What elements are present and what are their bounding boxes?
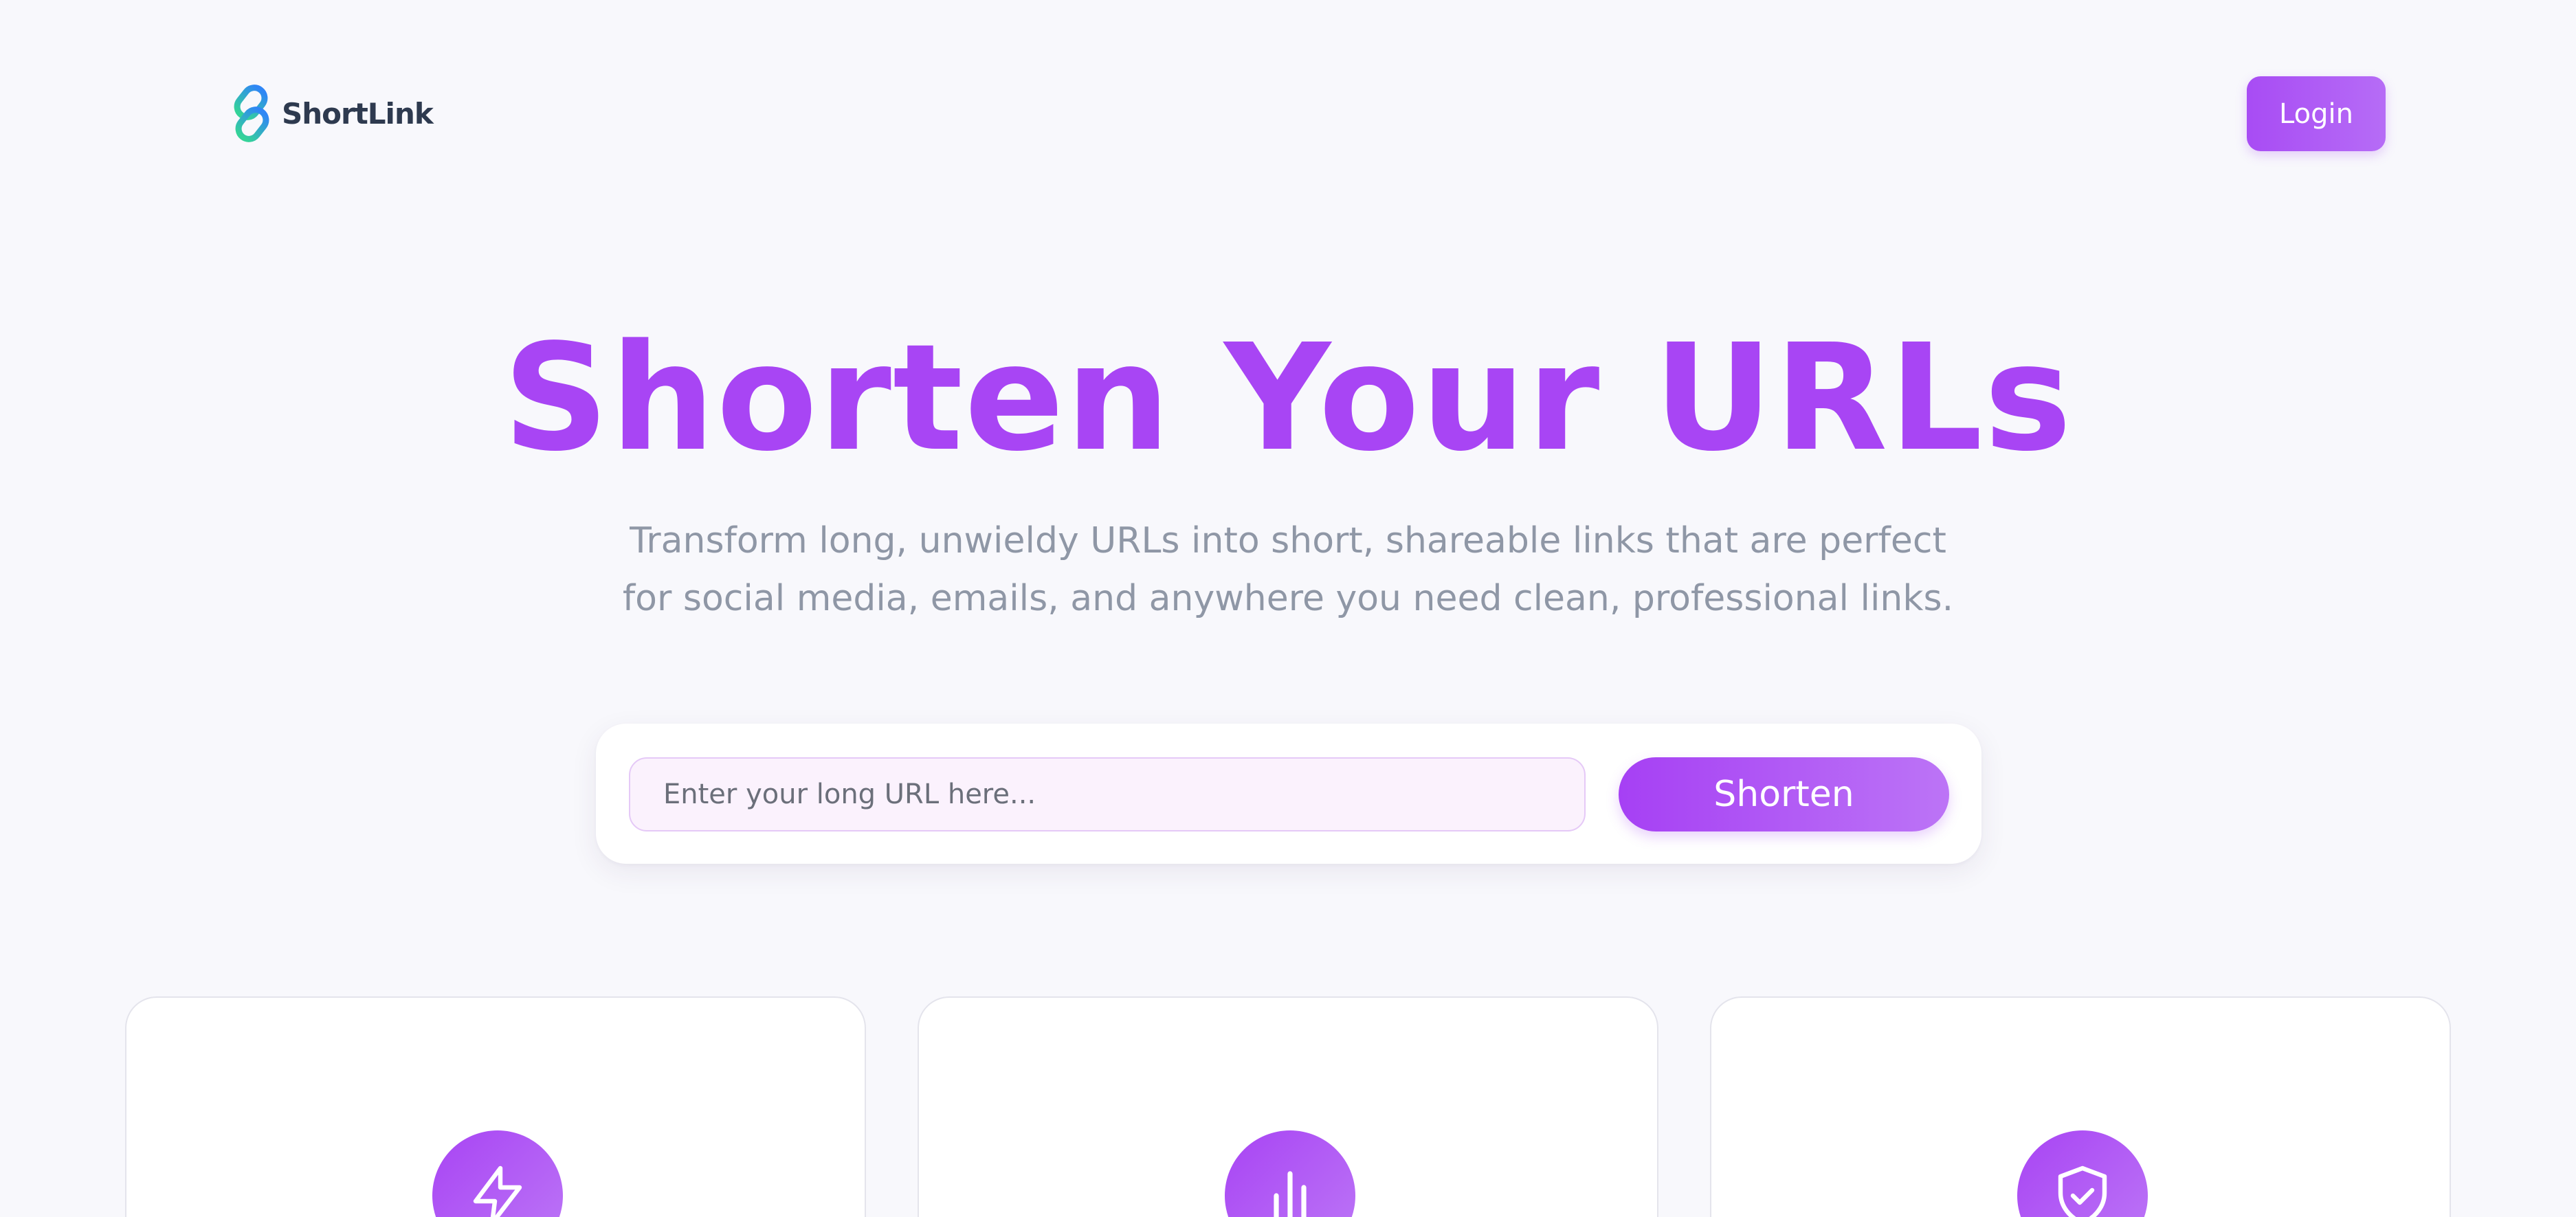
feature-card-analytics [918,996,1658,1217]
bar-chart-icon [1274,1171,1307,1217]
shield-check-icon [2058,1165,2107,1217]
link-chain-icon [234,85,269,142]
hero-title: Shorten Your URLs [502,313,2074,484]
shorten-form-card: Shorten [596,724,1981,864]
login-button[interactable]: Login [2247,76,2386,151]
brand-logo[interactable]: ShortLink [228,84,434,143]
url-input[interactable] [629,757,1586,831]
brand-name: ShortLink [282,96,434,131]
feature-card-speed [125,996,866,1217]
lightning-bolt-icon [473,1165,522,1217]
shorten-button[interactable]: Shorten [1619,757,1949,831]
feature-card-security [1710,996,2451,1217]
feature-icon-badge [432,1130,563,1217]
feature-icon-badge [1225,1130,1355,1217]
hero-subtitle: Transform long, unwieldy URLs into short… [622,520,1954,619]
feature-icon-badge [2017,1130,2148,1217]
landing-page: ShortLink Login Shorten Your URLs Transf… [0,0,2576,1217]
